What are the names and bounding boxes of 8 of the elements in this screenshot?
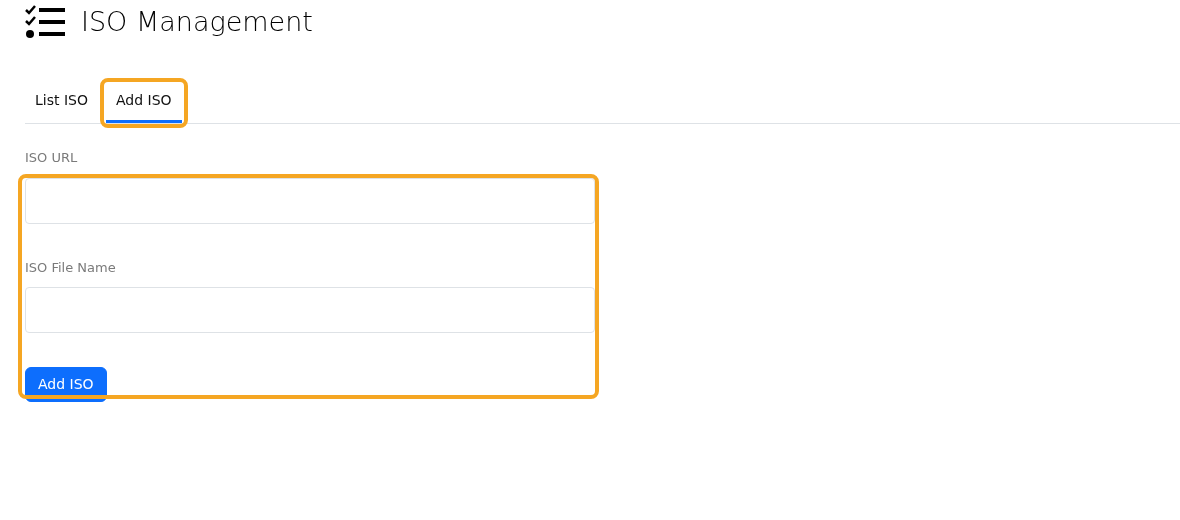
input-field[interactable]: [25, 177, 595, 224]
tab[interactable]: List ISO: [25, 82, 98, 123]
page-title: ISO Management: [81, 5, 313, 39]
checklist-icon: [25, 5, 65, 39]
tab[interactable]: Add ISO: [105, 82, 182, 123]
field-label: ISO URL: [25, 149, 79, 167]
field-label: ISO File Name: [25, 258, 117, 277]
input-field[interactable]: [25, 287, 595, 333]
